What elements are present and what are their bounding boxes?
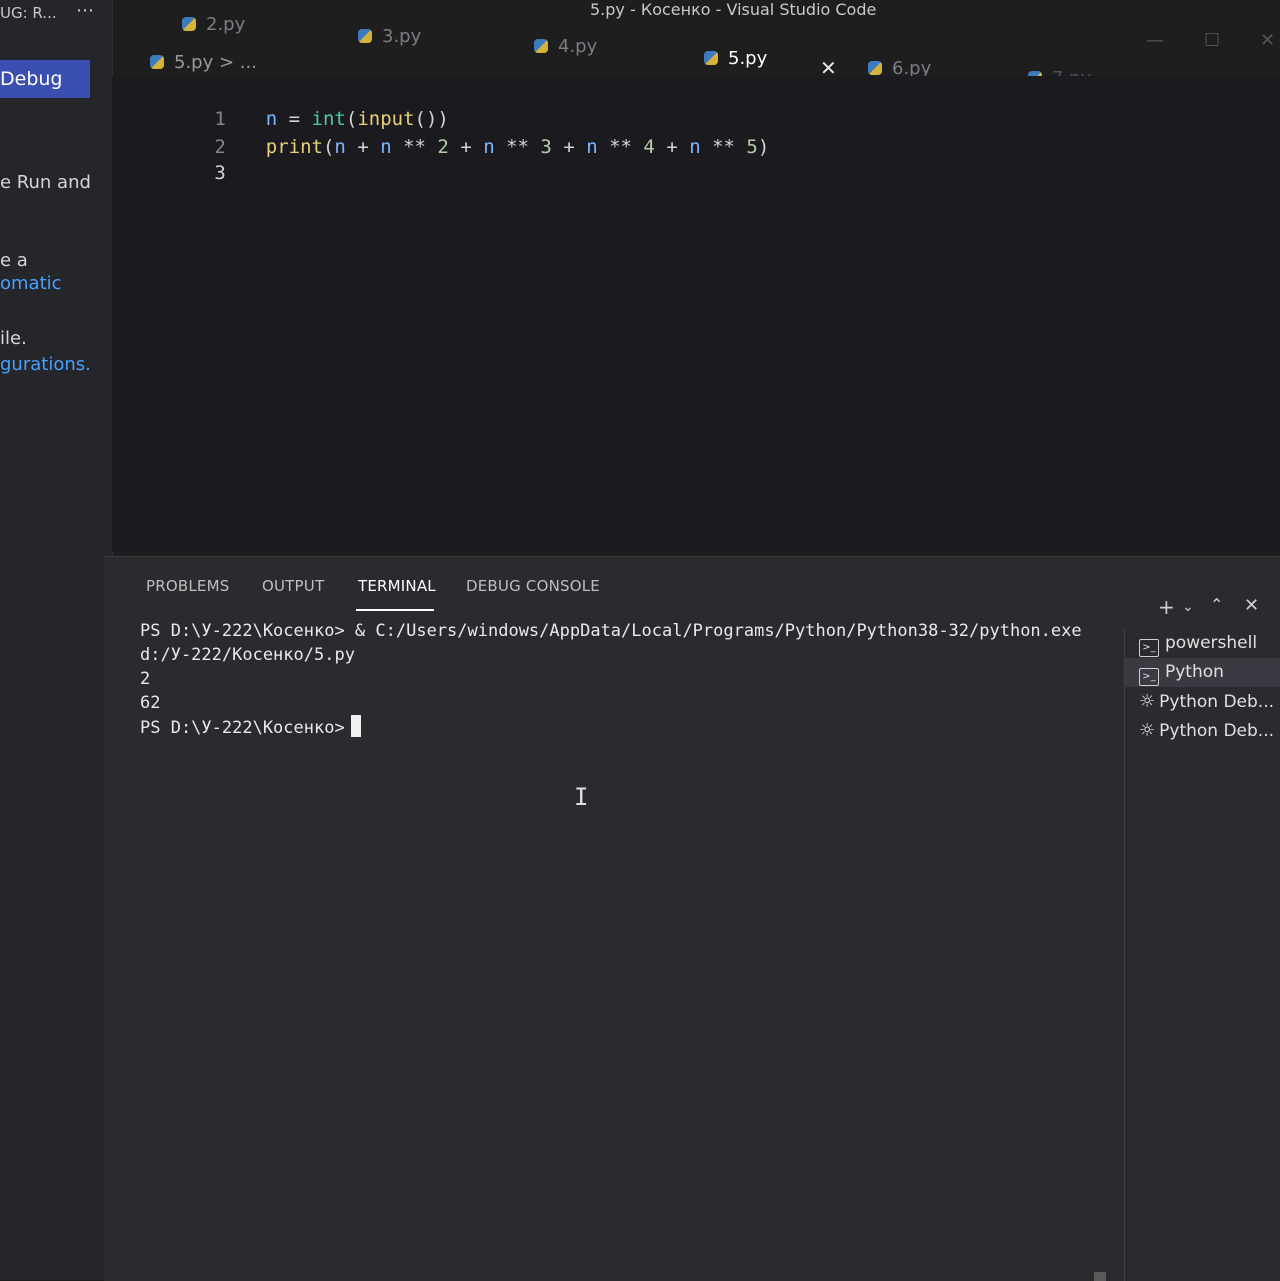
terminal-list: >_ powershell >_ Python ☼ Python Deb... ☼ Py… — [1124, 629, 1280, 1281]
breadcrumb[interactable]: 5.py > ... — [150, 52, 257, 73]
bug-icon: ☼ — [1139, 691, 1156, 712]
terminal-line: 62 — [140, 693, 161, 713]
line-number: 3 — [214, 162, 226, 184]
var-n: n — [380, 136, 392, 158]
code-editor[interactable]: 1n = int(input()) 2 print(n + n ** 2 + n … — [112, 76, 1280, 552]
code-line: 3 — [112, 140, 266, 206]
num: 5 — [746, 136, 758, 158]
terminal-line: PS D:\У-222\Косенко> & C:/Users/windows/… — [140, 621, 1092, 665]
op: + — [448, 136, 484, 158]
tab-2py[interactable]: 2.py — [182, 14, 245, 35]
tab-label: 2.py — [206, 14, 246, 35]
tab-debug-console[interactable]: DEBUG CONSOLE — [466, 577, 600, 595]
builtin-print: print — [265, 136, 323, 158]
terminal-icon: >_ — [1139, 639, 1159, 657]
python-file-icon — [150, 55, 164, 69]
terminal-item-python-debug[interactable]: ☼ Python Deb... — [1125, 716, 1280, 745]
op: + — [551, 136, 587, 158]
python-file-icon — [182, 17, 196, 31]
sidebar-text-line: e Run and — [0, 172, 91, 193]
debug-sidebar: UG: R... ⋯ Debug e Run and e a ile. omat… — [0, 0, 113, 1280]
terminal-output[interactable]: PS D:\У-222\Косенко> & C:/Users/windows/… — [140, 619, 1100, 740]
link-line[interactable]: omatic — [0, 270, 91, 297]
num: 2 — [437, 136, 449, 158]
breadcrumb-text: 5.py > ... — [174, 52, 257, 73]
new-terminal-icon[interactable]: + — [1158, 595, 1175, 619]
var-n: n — [689, 136, 701, 158]
op: ( — [322, 136, 335, 158]
op: ) — [757, 136, 770, 158]
var-n: n — [483, 136, 495, 158]
op: + — [345, 136, 381, 158]
terminal-item-label: powershell — [1165, 633, 1258, 653]
tab-4py[interactable]: 4.py — [534, 36, 597, 57]
op: ** — [391, 136, 438, 158]
bottom-panel: PROBLEMS OUTPUT TERMINAL DEBUG CONSOLE +… — [104, 556, 1280, 1281]
tab-5py[interactable]: 5.py — [704, 48, 767, 69]
terminal-item-powershell[interactable]: >_ powershell — [1125, 629, 1280, 658]
op: ** — [494, 136, 541, 158]
op: + — [654, 136, 690, 158]
tab-3py[interactable]: 3.py — [358, 26, 421, 47]
terminal-line: 2 — [140, 669, 151, 689]
terminal-prompt: PS D:\У-222\Косенко> — [140, 718, 345, 738]
terminal-cursor — [350, 715, 361, 737]
close-panel-icon[interactable]: ✕ — [1244, 595, 1259, 616]
op: ** — [700, 136, 747, 158]
link-line[interactable]: gurations. — [0, 351, 91, 378]
more-actions-icon[interactable]: ⋯ — [76, 0, 95, 21]
terminal-item-python[interactable]: >_ Python — [1125, 658, 1280, 687]
python-file-icon — [358, 29, 372, 43]
bug-icon: ☼ — [1139, 720, 1156, 741]
terminal-icon: >_ — [1139, 668, 1159, 686]
tab-label: 4.py — [558, 36, 598, 57]
run-and-debug-button[interactable]: Debug — [0, 60, 90, 98]
tab-problems[interactable]: PROBLEMS — [146, 577, 229, 595]
var-n: n — [334, 136, 346, 158]
active-tab-indicator — [356, 609, 434, 611]
terminal-dropdown-icon[interactable]: ⌄ — [1182, 599, 1194, 615]
text-cursor-icon: I — [574, 783, 589, 811]
terminal-item-label: Python Deb... — [1159, 692, 1275, 712]
op: ** — [597, 136, 644, 158]
python-file-icon — [704, 51, 718, 65]
maximize-panel-icon[interactable]: ⌃ — [1210, 595, 1223, 614]
terminal-item-label: Python — [1165, 662, 1224, 682]
python-file-icon — [868, 61, 882, 75]
tab-output[interactable]: OUTPUT — [262, 577, 324, 595]
terminal-item-python-debug[interactable]: ☼ Python Deb... — [1125, 687, 1280, 716]
tab-label: 3.py — [382, 26, 422, 47]
python-file-icon — [534, 39, 548, 53]
editor-tabs: 2.py 3.py 4.py 5.py 6.py 7.py ✕ — [112, 6, 1280, 89]
terminal-prompt-line: PS D:\У-222\Косенко> — [140, 715, 1100, 740]
tab-label: 5.py — [728, 48, 768, 69]
automatic-configurations-link[interactable]: omatic gurations. — [0, 216, 91, 432]
num: 3 — [540, 136, 552, 158]
num: 4 — [643, 136, 655, 158]
sidebar-header: UG: R... — [0, 4, 57, 22]
tab-terminal[interactable]: TERMINAL — [358, 577, 436, 595]
terminal-item-label: Python Deb... — [1159, 721, 1275, 741]
var-n: n — [586, 136, 598, 158]
